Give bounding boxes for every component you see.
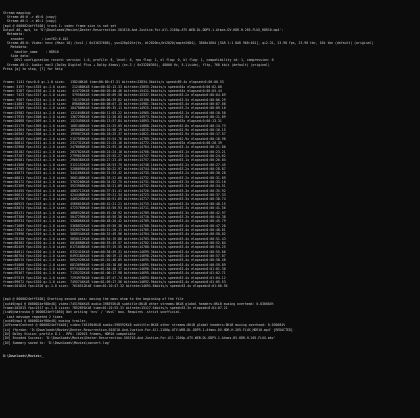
terminal-line: [DV] Summary saved to: 'D:\Downloads\Mov… [3,340,111,345]
summary-block: [mp4 @ 0000024eff5100] Starting second p… [3,297,417,345]
terminal-window[interactable]: Stream mapping: Stream #0:0 -> #0:0 (cop… [0,0,420,418]
progress-log-block: frame= 1141 fps=0.0 q=-1.0 size= 138240K… [3,80,417,289]
stream-info-block: Stream mapping: Stream #0:0 -> #0:0 (cop… [3,11,417,72]
progress-line: frame=101824 fps=1520 q=-1.0 size= 76165… [3,284,228,289]
terminal-line: Stream #0:0: Video: hevc (Main 10) (hvc1… [3,41,374,46]
terminal-line: Press [q] to stop, [?] for help [3,67,63,72]
command-prompt[interactable]: D:\Downloads\Movies>_ [3,354,417,358]
